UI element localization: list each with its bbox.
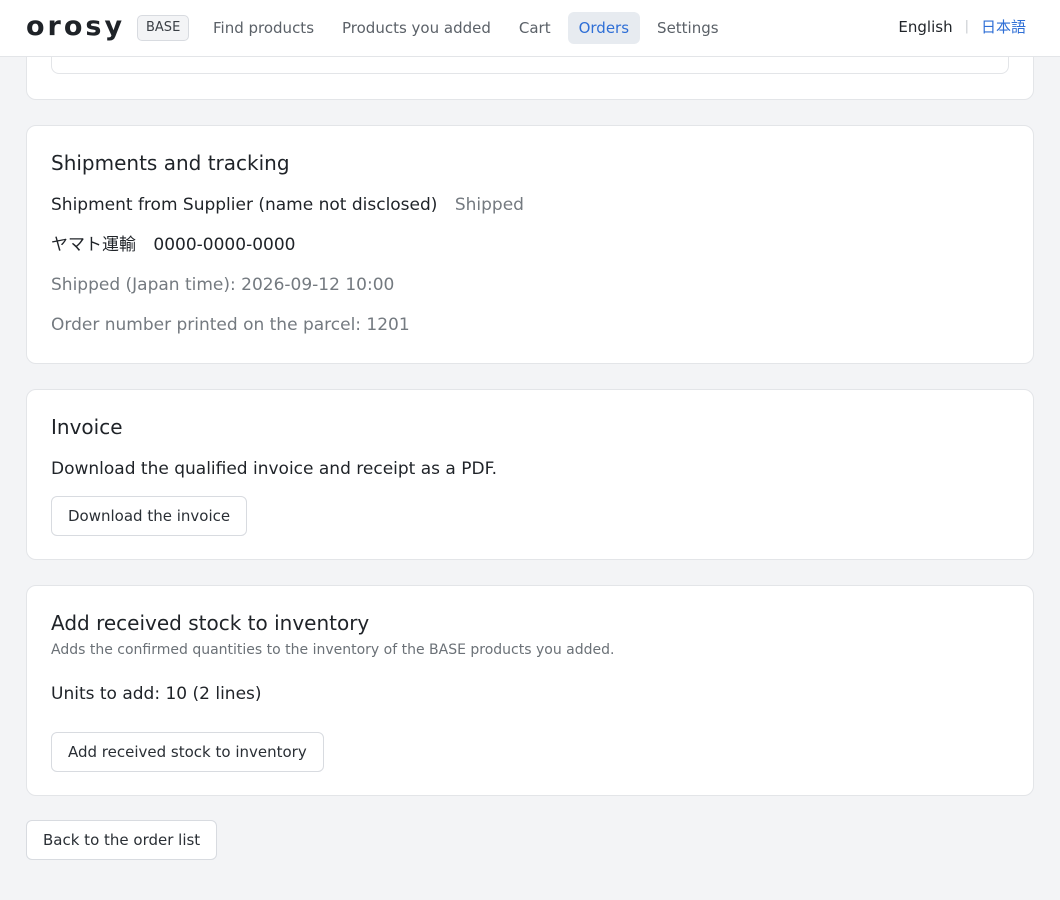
- main-nav: Find products Products you added Cart Or…: [202, 12, 736, 44]
- parcel-order-number: Order number printed on the parcel: 1201: [51, 315, 410, 335]
- stock-card: Add received stock to inventory Adds the…: [26, 585, 1034, 796]
- lang-japanese[interactable]: 日本語: [981, 16, 1026, 37]
- lang-english[interactable]: English: [898, 18, 952, 36]
- nav-orders[interactable]: Orders: [567, 12, 641, 44]
- tracking-number: 0000-0000-0000: [153, 235, 296, 255]
- language-switcher: English | 日本語: [898, 16, 1026, 37]
- shipment-from-row: Shipment from Supplier (name not disclos…: [51, 193, 524, 217]
- shipments-title: Shipments and tracking: [51, 151, 290, 175]
- nav-cart[interactable]: Cart: [508, 12, 562, 44]
- shipments-card: Shipments and tracking Shipment from Sup…: [26, 125, 1034, 364]
- nav-settings[interactable]: Settings: [646, 12, 730, 44]
- orosy-logo[interactable]: orosy: [26, 12, 125, 42]
- shipment-status: Shipped: [454, 195, 524, 215]
- tracking-row: ヤマト運輸 0000-0000-0000: [51, 233, 295, 257]
- nav-find-products[interactable]: Find products: [202, 12, 325, 44]
- base-badge: BASE: [137, 15, 190, 41]
- stock-subtitle: Adds the confirmed quantities to the inv…: [51, 642, 615, 658]
- add-stock-button[interactable]: Add received stock to inventory: [51, 732, 324, 772]
- lang-divider: |: [964, 19, 969, 34]
- invoice-title: Invoice: [51, 415, 123, 439]
- carrier-name: ヤマト運輸: [51, 235, 136, 255]
- units-to-add: Units to add: 10 (2 lines): [51, 684, 262, 704]
- invoice-card: Invoice Download the qualified invoice a…: [26, 389, 1034, 560]
- shipped-time: Shipped (Japan time): 2026-09-12 10:00: [51, 275, 395, 295]
- top-bar: orosy BASE Find products Products you ad…: [0, 0, 1060, 57]
- invoice-description: Download the qualified invoice and recei…: [51, 459, 498, 479]
- shipment-from-label: Shipment from Supplier (name not disclos…: [51, 195, 438, 215]
- nav-products-you-added[interactable]: Products you added: [331, 12, 502, 44]
- download-invoice-button[interactable]: Download the invoice: [51, 496, 248, 536]
- back-to-order-list-button[interactable]: Back to the order list: [26, 820, 218, 860]
- stock-title: Add received stock to inventory: [51, 611, 370, 635]
